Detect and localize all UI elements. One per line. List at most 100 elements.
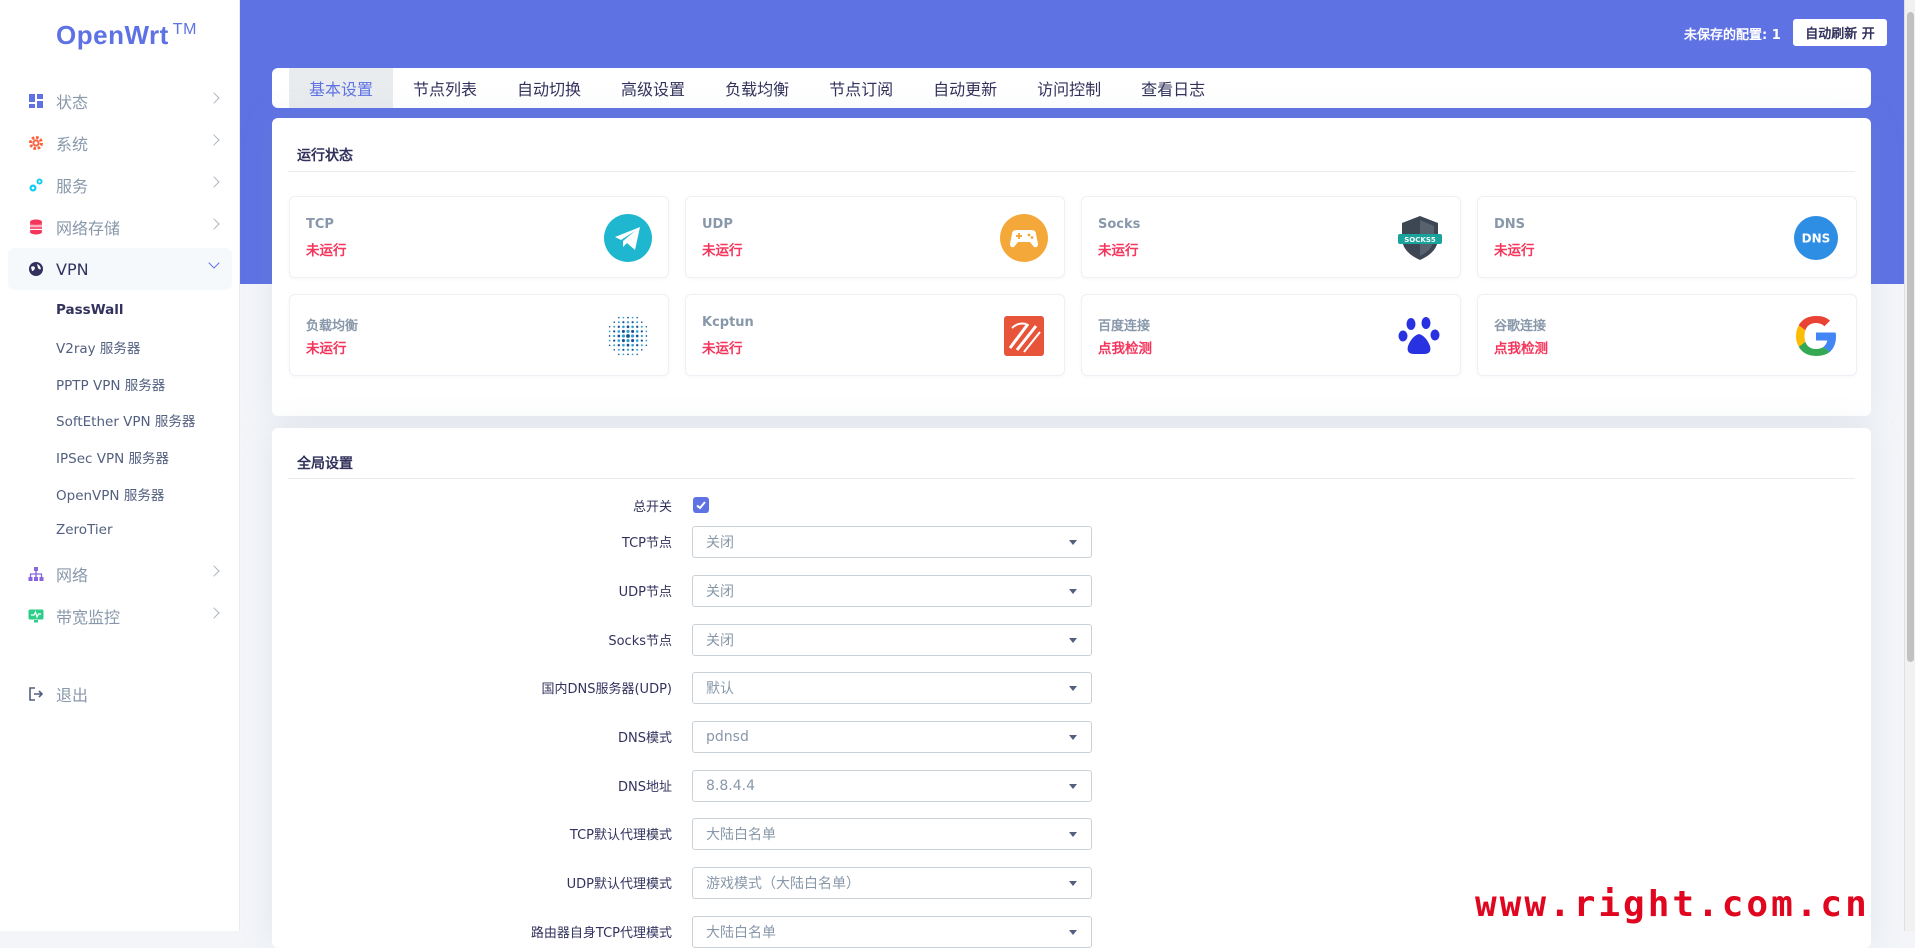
tab-subscription[interactable]: 节点订阅 [809,68,913,108]
form-label: TCP默认代理模式 [569,828,672,843]
section-title: 运行状态 [297,148,353,164]
monitor-icon [28,608,44,624]
tab-basic-settings[interactable]: 基本设置 [289,68,394,108]
unsaved-changes-link[interactable]: 未保存的配置: 1 [1684,24,1781,43]
master-switch-checkbox[interactable] [693,497,709,513]
sidebar-item-vpn[interactable]: VPN [8,248,232,290]
submenu-item-zerotier[interactable]: ZeroTier [0,512,240,549]
tab-access-control[interactable]: 访问控制 [1017,68,1121,108]
tab-auto-switch[interactable]: 自动切换 [497,68,601,108]
tile-label: DNS [1494,217,1526,232]
gamepad-icon [1000,214,1048,262]
tile-status: 未运行 [306,243,347,259]
tcp-node-select[interactable]: 关闭 [692,526,1092,558]
form-row-dns-address: DNS地址 8.8.4.4 [272,770,1871,802]
tab-load-balance[interactable]: 负载均衡 [705,68,809,108]
tile-status: 未运行 [702,341,743,357]
status-tile-tcp: TCP 未运行 [289,196,669,278]
select-value: pdnsd [706,729,749,745]
auto-refresh-button[interactable]: 自动刷新 开 [1793,19,1887,46]
udp-node-select[interactable]: 关闭 [692,575,1092,607]
form-row-socks-node: Socks节点 关闭 [272,624,1871,656]
sidebar-item-label: 网络 [56,565,89,585]
gears-icon [28,177,44,193]
form-label: DNS模式 [618,731,672,746]
domestic-dns-select[interactable]: 默认 [692,672,1092,704]
globe-icon [28,261,44,277]
tab-view-log[interactable]: 查看日志 [1121,68,1225,108]
dns-mode-select[interactable]: pdnsd [692,721,1092,753]
udp-proxy-mode-select[interactable]: 游戏模式（大陆白名单） [692,867,1092,899]
status-tile-google[interactable]: 谷歌连接 点我检测 [1477,294,1857,376]
logout-icon [28,686,44,702]
form-label: Socks节点 [608,634,672,649]
select-value: 大陆白名单 [706,925,776,941]
caret-down-icon [1069,686,1077,691]
caret-down-icon [1069,881,1077,886]
router-tcp-proxy-mode-select[interactable]: 大陆白名单 [692,916,1092,948]
status-tile-baidu[interactable]: 百度连接 点我检测 [1081,294,1461,376]
dns-address-select[interactable]: 8.8.4.4 [692,770,1092,802]
brand-logo[interactable]: OpenWrt TM [56,20,197,51]
select-value: 大陆白名单 [706,827,776,843]
brand-name: OpenWrt [56,20,169,50]
running-status-card: 运行状态 TCP 未运行 UDP 未运行 Socks 未运行 SOCKS5 DN… [272,118,1871,416]
socks5-badge-text: SOCKS5 [1404,236,1436,244]
form-row-domestic-dns: 国内DNS服务器(UDP) 默认 [272,672,1871,704]
chevron-down-icon [208,257,220,269]
dot-globe-icon [608,316,648,356]
form-label: 国内DNS服务器(UDP) [541,682,673,697]
gear-icon [28,135,44,151]
sidebar-nav: 状态 系统 服务 网络存储 VPN PassWall V2ray 服务器 PPT… [0,80,240,715]
sidebar-item-label: VPN [56,259,89,279]
brand-trademark: TM [172,21,197,39]
watermark-text: www.right.com.cn [1475,884,1870,925]
tile-label: UDP [702,217,733,232]
chevron-right-icon [208,134,220,146]
form-row-dns-mode: DNS模式 pdnsd [272,721,1871,753]
form-label: 总开关 [632,500,672,515]
page-scrollbar[interactable] [1904,0,1915,931]
sidebar-item-services[interactable]: 服务 [8,164,232,206]
status-tile-udp: UDP 未运行 [685,196,1065,278]
sidebar-item-label: 状态 [56,93,89,112]
dashboard-icon [28,93,44,109]
check-google-link[interactable]: 点我检测 [1494,337,1548,357]
select-value: 关闭 [706,633,734,649]
scrollbar-thumb[interactable] [1907,12,1914,662]
tab-auto-update[interactable]: 自动更新 [913,68,1017,108]
submenu-item-ipsec[interactable]: IPSec VPN 服务器 [0,439,240,476]
tab-node-list[interactable]: 节点列表 [393,68,497,108]
submenu-item-openvpn[interactable]: OpenVPN 服务器 [0,475,240,512]
tile-status: 未运行 [702,243,743,259]
submenu-item-passwall[interactable]: PassWall [0,292,240,329]
submenu-item-pptp[interactable]: PPTP VPN 服务器 [0,365,240,402]
tab-advanced[interactable]: 高级设置 [601,68,705,108]
sidebar-item-logout[interactable]: 退出 [8,673,232,715]
form-row-tcp-node: TCP节点 关闭 [272,526,1871,558]
tile-status: 未运行 [1098,243,1139,259]
chevron-right-icon [208,218,220,230]
sidebar-item-label: 系统 [56,135,89,154]
form-label: UDP节点 [618,585,672,600]
select-value: 默认 [706,681,734,697]
submenu-item-v2ray[interactable]: V2ray 服务器 [0,329,240,366]
divider [288,171,1855,172]
status-tile-socks: Socks 未运行 SOCKS5 [1081,196,1461,278]
chevron-right-icon [208,92,220,104]
submenu-item-softether[interactable]: SoftEther VPN 服务器 [0,402,240,439]
select-value: 游戏模式（大陆白名单） [706,876,860,892]
tcp-proxy-mode-select[interactable]: 大陆白名单 [692,818,1092,850]
socks-node-select[interactable]: 关闭 [692,624,1092,656]
caret-down-icon [1069,638,1077,643]
sidebar-item-bandwidth[interactable]: 带宽监控 [8,595,232,637]
sidebar-item-status[interactable]: 状态 [8,80,232,122]
check-baidu-link[interactable]: 点我检测 [1098,337,1152,357]
sidebar-item-storage[interactable]: 网络存储 [8,206,232,248]
sidebar-item-network[interactable]: 网络 [8,553,232,595]
telegram-icon [604,214,652,262]
select-value: 8.8.4.4 [706,778,755,794]
tile-status: 未运行 [1494,243,1535,259]
sidebar-item-system[interactable]: 系统 [8,122,232,164]
form-label: UDP默认代理模式 [566,877,672,892]
